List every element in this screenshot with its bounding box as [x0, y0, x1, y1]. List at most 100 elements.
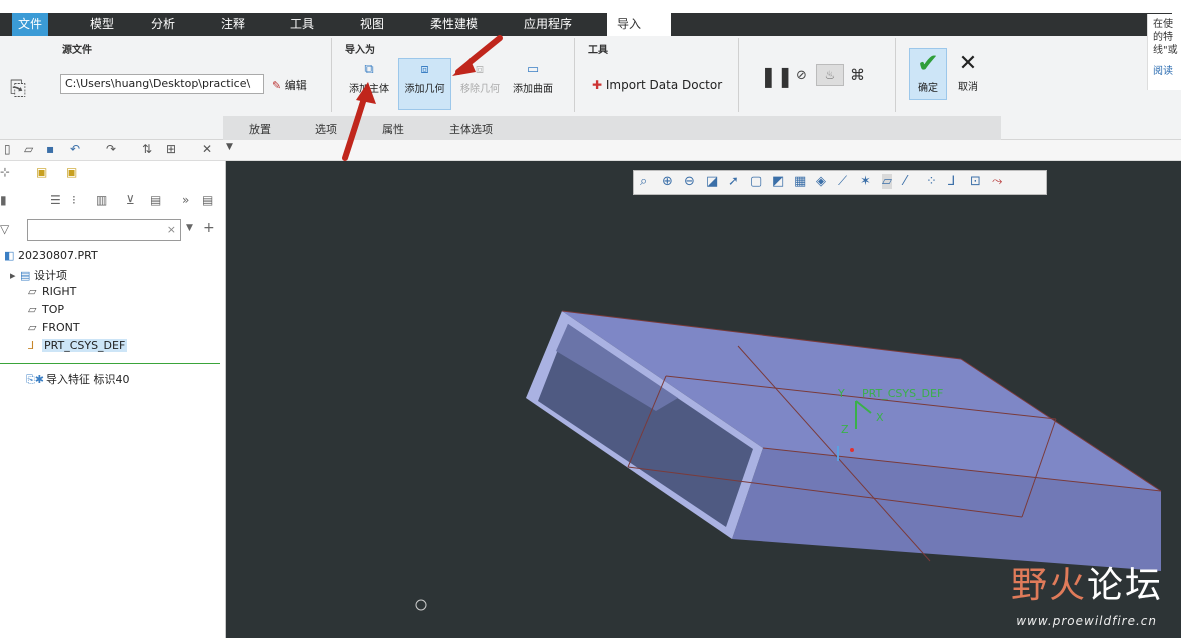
- add-surface-button[interactable]: ▭ 添加曲面: [507, 60, 559, 108]
- glasses-icon[interactable]: ⌘: [850, 66, 865, 84]
- tree-item-label: 导入特征 标识40: [46, 373, 130, 386]
- tree-item-right[interactable]: ▱ RIGHT: [28, 285, 76, 298]
- tree-item-front[interactable]: ▱ FRONT: [28, 321, 80, 334]
- plane-icon: ▱: [28, 321, 37, 334]
- csys-axis-x-label: X: [876, 411, 884, 424]
- menu-tab-tools[interactable]: 工具: [280, 13, 324, 36]
- tree-item-label: 设计项: [34, 269, 67, 282]
- import-data-doctor-label: Import Data Doctor: [605, 78, 723, 92]
- columns-icon[interactable]: ⁝: [72, 193, 76, 207]
- pause-icon[interactable]: ❚❚: [760, 64, 794, 88]
- plane-icon: ▱: [28, 303, 37, 316]
- add-body-button[interactable]: ⧉ 添加主体: [343, 60, 395, 108]
- subtab-placement[interactable]: 放置: [249, 121, 271, 137]
- tree-search-input[interactable]: ×: [27, 219, 181, 241]
- tree-item-top[interactable]: ▱ TOP: [28, 303, 64, 316]
- tree-root-label: 20230807.PRT: [18, 249, 98, 262]
- list-icon[interactable]: ☰: [50, 193, 61, 207]
- funnel-icon[interactable]: ▽: [0, 222, 9, 236]
- menu-tab-flexible[interactable]: 柔性建模: [420, 13, 488, 36]
- subtab-body-options[interactable]: 主体选项: [449, 121, 493, 137]
- csys-label: PRT_CSYS_DEF: [862, 387, 944, 400]
- tree-item-label: PRT_CSYS_DEF: [42, 339, 128, 352]
- tree-item-label: RIGHT: [42, 285, 77, 298]
- filter-tree-icon[interactable]: ⊻: [126, 193, 135, 207]
- import-icon: ⎘: [10, 76, 26, 100]
- menu-tab-applications[interactable]: 应用程序: [514, 13, 582, 36]
- show-icon[interactable]: ▮: [0, 193, 7, 207]
- tree-root[interactable]: ◧ 20230807.PRT: [4, 249, 98, 262]
- subtab-options[interactable]: 选项: [315, 121, 337, 137]
- quick-access-toolbar: ▯ ▱ ▪ ↶ ↷ ⇅ ⊞ ✕ ▼: [0, 140, 1181, 161]
- cancel-button[interactable]: ✕ 取消: [953, 50, 983, 93]
- divider: [738, 38, 739, 112]
- menu-file[interactable]: 文件: [12, 13, 49, 36]
- menu-tab-view[interactable]: 视图: [350, 13, 394, 36]
- import-data-doctor-button[interactable]: ✚ Import Data Doctor: [592, 78, 722, 92]
- windows-icon[interactable]: ⊞: [166, 142, 176, 156]
- divider: [895, 38, 896, 112]
- add-surface-label: 添加曲面: [513, 84, 553, 95]
- csys-axis-y-label: Y: [838, 387, 845, 400]
- watermark-logo: 野火论坛: [1011, 556, 1163, 608]
- tree-item-import-feature[interactable]: ⎘✱ 导入特征 标识40: [26, 371, 130, 387]
- cancel-label: 取消: [958, 82, 978, 93]
- new-icon[interactable]: ▯: [4, 142, 11, 156]
- graphics-viewport[interactable]: ⌕ ⊕ ⊖ ◪ ➚ ▢ ◩ ▦ ◈ ⟋ ✶ ▱ ⁄ ⁘ ⅃ ⊡ ⤳ Y PRT_…: [226, 161, 1181, 638]
- menu-bar: 文件 模型 分析 注释 工具 视图 柔性建模 应用程序 导入: [0, 13, 1172, 36]
- import-feature-icon: ⎘✱: [26, 373, 45, 386]
- source-path-field[interactable]: C:\Users\huang\Desktop\practice\: [60, 74, 264, 94]
- edit-button[interactable]: ✎ 编辑: [272, 77, 307, 93]
- csys-origin-point: [850, 448, 854, 452]
- source-file-label: 源文件: [62, 45, 92, 56]
- add-surface-icon: ▭: [526, 62, 540, 77]
- favorites-tab-icon[interactable]: ▣: [66, 165, 77, 179]
- add-body-label: 添加主体: [349, 84, 389, 95]
- close-window-icon[interactable]: ✕: [202, 142, 212, 156]
- menu-tab-import[interactable]: 导入: [607, 13, 671, 36]
- part-icon: ◧: [4, 249, 15, 262]
- ok-button[interactable]: ✔ 确定: [909, 48, 947, 100]
- undo-icon[interactable]: ↶: [70, 142, 80, 156]
- menu-tab-model[interactable]: 模型: [80, 13, 124, 36]
- tree-settings-icon[interactable]: ▥: [96, 193, 107, 207]
- watermark-brand-a: 野火: [1010, 565, 1087, 606]
- no-icon[interactable]: ⊘: [796, 68, 807, 83]
- preview-icon[interactable]: ♨: [816, 64, 844, 86]
- check-icon: ✔: [917, 49, 939, 79]
- tree-item-label: TOP: [42, 303, 65, 316]
- csys-icon: ⅃: [28, 339, 35, 352]
- tree-item-csys[interactable]: ⅃ PRT_CSYS_DEF: [28, 339, 128, 352]
- tree-item-design[interactable]: ▸ ▤ 设计项: [10, 267, 67, 283]
- add-geometry-button[interactable]: ⧈ 添加几何: [398, 58, 451, 110]
- add-geometry-label: 添加几何: [404, 84, 445, 95]
- customize-icon[interactable]: ▼: [226, 142, 233, 152]
- clear-icon[interactable]: ×: [167, 223, 176, 236]
- dropdown-icon[interactable]: ▼: [186, 223, 193, 233]
- more-icon[interactable]: »: [182, 193, 189, 207]
- menu-tab-annotate[interactable]: 注释: [211, 13, 255, 36]
- save-icon[interactable]: ▪: [46, 142, 54, 156]
- menu-tab-analysis[interactable]: 分析: [141, 13, 185, 36]
- tree-tab-icon[interactable]: ⊹: [0, 165, 10, 179]
- folder-tab-icon[interactable]: ▣: [36, 165, 47, 179]
- tree-columns-icon[interactable]: ▤: [150, 193, 161, 207]
- subtab-properties[interactable]: 属性: [382, 121, 404, 137]
- csys-axis-z-label: Z: [841, 423, 849, 436]
- pencil-icon: ✎: [272, 79, 282, 92]
- ribbon-subtabs: 放置 选项 属性 主体选项: [223, 116, 1001, 140]
- watermark-url: www.proewildfire.cn: [1016, 614, 1157, 628]
- plus-icon[interactable]: +: [203, 220, 215, 236]
- insert-indicator[interactable]: [0, 363, 220, 364]
- help-line: 线"或: [1153, 45, 1178, 56]
- regenerate-icon[interactable]: ⇅: [142, 142, 152, 156]
- read-more-link[interactable]: 阅读: [1153, 65, 1181, 78]
- remove-geometry-button[interactable]: ⧈ 移除几何: [454, 60, 506, 108]
- close-icon: ✕: [958, 51, 978, 76]
- open-icon[interactable]: ▱: [24, 142, 33, 156]
- doctor-icon: ✚: [592, 78, 603, 92]
- plane-icon: ▱: [28, 285, 37, 298]
- details-icon[interactable]: ▤: [202, 193, 213, 207]
- redo-icon[interactable]: ↷: [106, 142, 116, 156]
- add-geometry-icon: ⧈: [420, 62, 429, 77]
